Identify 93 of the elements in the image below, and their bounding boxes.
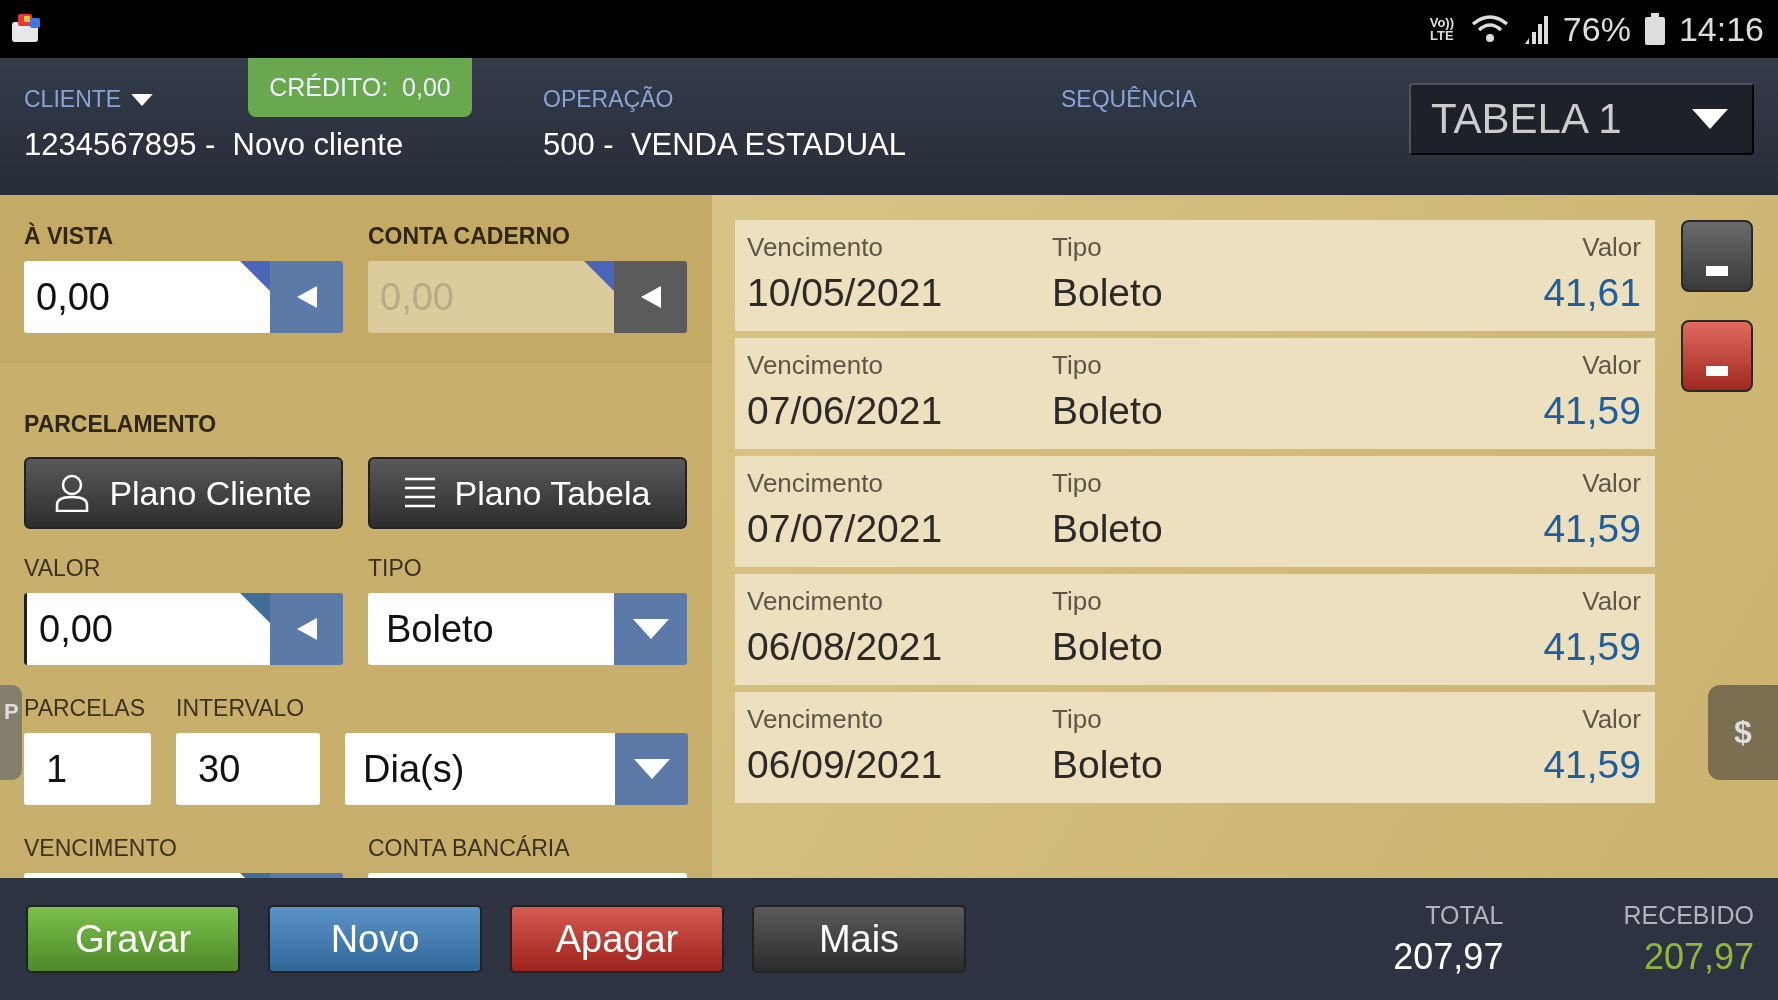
tipo-label: Tipo bbox=[1052, 468, 1103, 499]
corner-marker-icon bbox=[240, 261, 270, 291]
currency-handle[interactable]: $ bbox=[1708, 685, 1778, 780]
amount: 41,59 bbox=[1543, 743, 1641, 787]
minus-button[interactable] bbox=[1681, 220, 1753, 292]
tipo-label: Tipo bbox=[1052, 232, 1103, 263]
plan-button[interactable]: Plano Cliente bbox=[24, 457, 343, 529]
vencimento-label: Vencimento bbox=[747, 704, 884, 735]
dropdown-button[interactable] bbox=[614, 593, 687, 665]
left-arrow-icon bbox=[640, 286, 661, 308]
field-label: CONTA CADERNO bbox=[368, 223, 571, 249]
tipo-label: Tipo bbox=[1052, 704, 1103, 735]
total-label: TOTAL bbox=[1425, 900, 1504, 930]
minus-icon bbox=[1706, 266, 1728, 276]
operacao-label: OPERAÇÃO bbox=[543, 86, 675, 113]
due-date: 06/08/2021 bbox=[747, 625, 944, 669]
tipo-label: Tipo bbox=[1052, 350, 1103, 381]
due-date: 10/05/2021 bbox=[747, 271, 944, 315]
sequencia-label: SEQUÊNCIA bbox=[1061, 86, 1197, 113]
valor-label: Valor bbox=[1581, 232, 1641, 263]
minus-button[interactable] bbox=[1681, 320, 1753, 392]
left-arrow-icon bbox=[296, 618, 317, 640]
amount-input[interactable]: 0,00 bbox=[24, 261, 270, 333]
payment-type: Boleto bbox=[1052, 389, 1164, 433]
payment-type: Boleto bbox=[1052, 271, 1164, 315]
due-date: 07/07/2021 bbox=[747, 507, 944, 551]
vencimento-label: Vencimento bbox=[747, 586, 884, 617]
due-date: 07/06/2021 bbox=[747, 389, 944, 433]
dropdown-button[interactable] bbox=[615, 733, 688, 805]
left-arrow-icon bbox=[296, 286, 317, 308]
delete-button[interactable]: Apagar bbox=[510, 905, 724, 973]
person-icon bbox=[55, 474, 90, 512]
arrow-button[interactable] bbox=[270, 593, 343, 665]
field-label: À VISTA bbox=[24, 223, 115, 249]
battery-percent: 76% bbox=[1562, 9, 1631, 49]
valor-label: Valor bbox=[1581, 586, 1641, 617]
valor-label: Valor bbox=[1581, 704, 1641, 735]
dropdown-caret-icon bbox=[633, 759, 670, 779]
cliente-value: 1234567895 - Novo cliente bbox=[24, 127, 405, 163]
operacao-value: 500 - VENDA ESTADUAL bbox=[543, 127, 907, 163]
amount: 41,59 bbox=[1543, 625, 1641, 669]
list-icon bbox=[404, 477, 435, 509]
credit-badge: CRÉDITO: 0,00 bbox=[248, 58, 472, 117]
amount-input[interactable]: 0,00 bbox=[24, 593, 270, 665]
select-field[interactable]: Dia(s) bbox=[345, 733, 615, 805]
payment-type: Boleto bbox=[1052, 507, 1164, 551]
tabela-dropdown[interactable]: TABELA 1 bbox=[1409, 83, 1754, 155]
section-title: PARCELAMENTO bbox=[24, 411, 218, 437]
valor-label: Valor bbox=[1581, 350, 1641, 381]
vencimento-label: Vencimento bbox=[747, 350, 884, 381]
total-value: 207,97 bbox=[1393, 935, 1504, 978]
dropdown-caret-icon bbox=[632, 619, 669, 639]
signal-icon bbox=[1522, 14, 1549, 44]
due-date: 06/09/2021 bbox=[747, 743, 944, 787]
payment-type: Boleto bbox=[1052, 625, 1164, 669]
field-label: CONTA BANCÁRIA bbox=[368, 835, 571, 861]
corner-marker-icon bbox=[240, 593, 270, 623]
volte-indicator: Vo)) LTE bbox=[1428, 16, 1455, 42]
battery-icon bbox=[1644, 13, 1665, 45]
plan-button[interactable]: Plano Tabela bbox=[368, 457, 687, 529]
text-input[interactable]: 30 bbox=[176, 733, 320, 805]
wifi-icon bbox=[1470, 14, 1509, 44]
arrow-button[interactable] bbox=[270, 261, 343, 333]
received-label: RECEBIDO bbox=[1623, 900, 1754, 930]
amount: 41,59 bbox=[1543, 389, 1641, 433]
field-label: PARCELAS bbox=[24, 695, 146, 721]
field-label: VENCIMENTO bbox=[24, 835, 178, 861]
vencimento-label: Vencimento bbox=[747, 232, 884, 263]
text-input[interactable]: 1 bbox=[24, 733, 151, 805]
field-label: TIPO bbox=[368, 555, 423, 581]
dropdown-caret-icon bbox=[1692, 109, 1728, 129]
minus-icon bbox=[1706, 366, 1728, 376]
select-field[interactable]: Boleto bbox=[368, 593, 614, 665]
installment-card[interactable]: Vencimento 07/07/2021 Tipo Boleto Valor 41,59 bbox=[735, 456, 1655, 567]
received-value: 207,97 bbox=[1643, 935, 1754, 978]
arrow-button[interactable] bbox=[614, 261, 687, 333]
installment-card[interactable]: Vencimento 10/05/2021 Tipo Boleto Valor 41,61 bbox=[735, 220, 1655, 331]
tipo-label: Tipo bbox=[1052, 586, 1103, 617]
field-label: INTERVALO bbox=[176, 695, 306, 721]
vencimento-label: Vencimento bbox=[747, 468, 884, 499]
valor-label: Valor bbox=[1581, 468, 1641, 499]
field-label: VALOR bbox=[24, 555, 102, 581]
dropdown-caret-icon bbox=[131, 93, 154, 106]
installment-card[interactable]: Vencimento 07/06/2021 Tipo Boleto Valor 41,59 bbox=[735, 338, 1655, 449]
amount: 41,61 bbox=[1543, 271, 1641, 315]
installment-card[interactable]: Vencimento 06/09/2021 Tipo Boleto Valor 41,59 bbox=[735, 692, 1655, 803]
corner-marker-icon bbox=[584, 261, 614, 291]
clock: 14:16 bbox=[1678, 9, 1764, 49]
payment-type: Boleto bbox=[1052, 743, 1164, 787]
new-button[interactable]: Novo bbox=[268, 905, 482, 973]
more-button[interactable]: Mais bbox=[752, 905, 966, 973]
installment-card[interactable]: Vencimento 06/08/2021 Tipo Boleto Valor 41,59 bbox=[735, 574, 1655, 685]
amount: 41,59 bbox=[1543, 507, 1641, 551]
